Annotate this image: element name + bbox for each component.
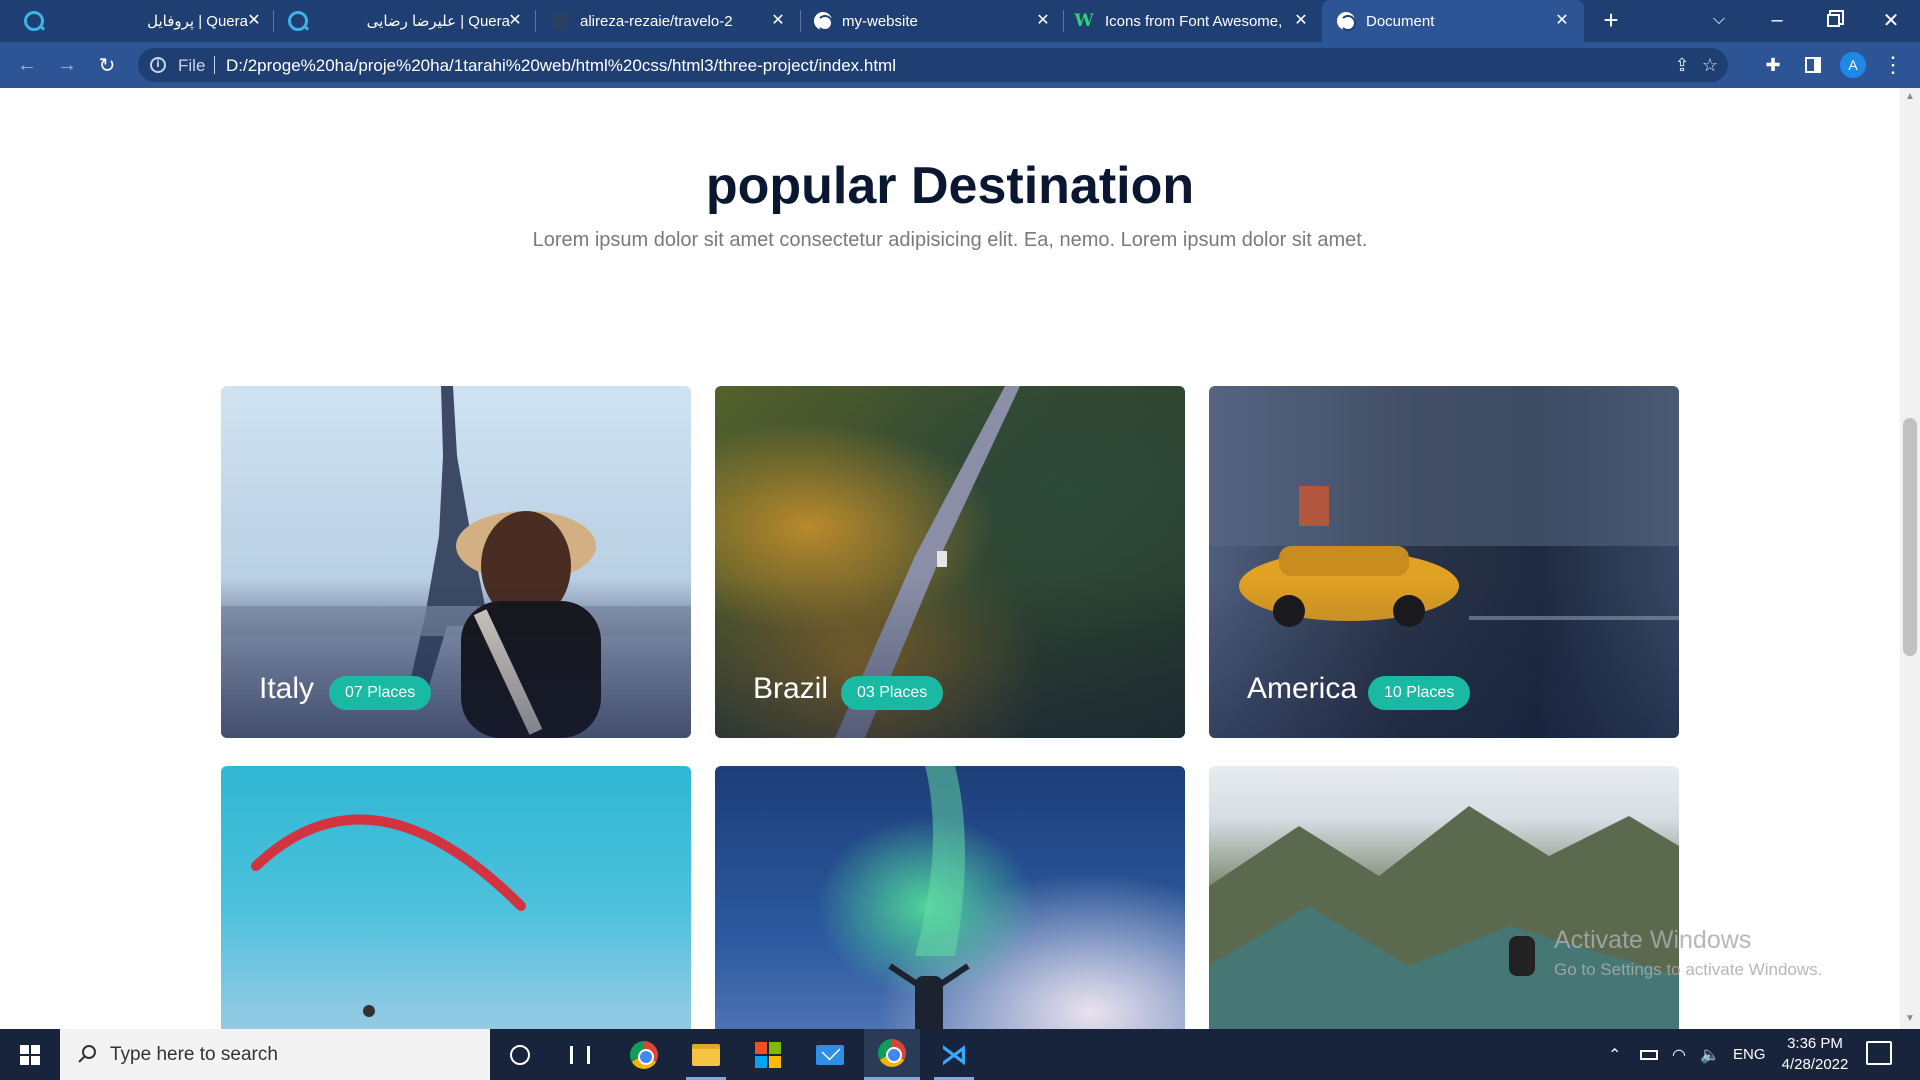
card-shade bbox=[1209, 578, 1679, 738]
microsoft-store-icon[interactable] bbox=[740, 1029, 796, 1080]
tab-separator bbox=[800, 10, 801, 32]
minimize-icon[interactable]: – bbox=[1752, 0, 1802, 40]
close-window-icon[interactable]: ✕ bbox=[1866, 0, 1916, 40]
tab-search-chevron-icon[interactable]: ⌵ bbox=[1694, 0, 1744, 40]
destination-name: Brazil bbox=[753, 672, 829, 705]
destination-card-italy[interactable]: Italy 07 Places bbox=[221, 386, 691, 738]
places-badge: 10 Places bbox=[1368, 676, 1471, 710]
back-arrow-icon[interactable]: ← bbox=[10, 48, 44, 82]
windows-logo-icon bbox=[20, 1044, 40, 1065]
chrome-active-taskbar-icon[interactable] bbox=[864, 1029, 920, 1080]
destination-name: Italy bbox=[259, 672, 315, 705]
tab-title: Quera | علیرضا رضایی bbox=[366, 13, 510, 30]
close-icon[interactable]: ✕ bbox=[767, 10, 789, 32]
quera-icon bbox=[24, 11, 44, 31]
globe-icon bbox=[813, 11, 833, 31]
tab-document[interactable]: Document ✕ bbox=[1322, 0, 1584, 42]
bookmark-star-icon[interactable]: ☆ bbox=[1698, 53, 1722, 77]
language-indicator[interactable]: ENG bbox=[1733, 1029, 1766, 1080]
start-button[interactable] bbox=[0, 1029, 60, 1080]
tab-title: Document bbox=[1366, 12, 1435, 30]
task-view-icon[interactable] bbox=[552, 1029, 608, 1080]
restore-icon[interactable] bbox=[1808, 0, 1858, 40]
wifi-icon[interactable]: ◠ bbox=[1672, 1029, 1686, 1080]
search-icon bbox=[78, 1045, 96, 1063]
browser-toolbar: ← → ↻ i File D:/2proge%20ha/proje%20ha/1… bbox=[0, 42, 1920, 88]
places-badge: 03 Places bbox=[841, 676, 944, 710]
tab-separator bbox=[273, 10, 274, 32]
close-icon[interactable]: ✕ bbox=[243, 10, 265, 32]
battery-icon[interactable] bbox=[1640, 1029, 1658, 1080]
destination-card-aurora[interactable] bbox=[715, 766, 1185, 1029]
cortana-icon[interactable] bbox=[492, 1029, 548, 1080]
card-shade bbox=[221, 578, 691, 738]
close-icon[interactable]: ✕ bbox=[504, 10, 526, 32]
scroll-down-arrow-icon[interactable]: ▼ bbox=[1903, 1012, 1917, 1026]
windows-taskbar: Type here to search ⋊ ⌃ ◠ 🔈 ENG 3:36 PM … bbox=[0, 1029, 1920, 1080]
address-divider bbox=[214, 56, 215, 74]
places-badge: 07 Places bbox=[329, 676, 432, 710]
address-url[interactable]: D:/2proge%20ha/proje%20ha/1tarahi%20web/… bbox=[226, 56, 896, 76]
close-icon[interactable]: ✕ bbox=[1290, 10, 1312, 32]
profile-avatar[interactable]: A bbox=[1840, 52, 1866, 78]
destination-card-america[interactable]: America 10 Places bbox=[1209, 386, 1679, 738]
reload-icon[interactable]: ↻ bbox=[90, 48, 124, 82]
tab-my-website[interactable]: my-website ✕ bbox=[803, 0, 1063, 42]
notification-center-icon[interactable] bbox=[1866, 1041, 1892, 1065]
taskbar-search-box[interactable]: Type here to search bbox=[60, 1029, 490, 1080]
w-logo-icon: W bbox=[1074, 11, 1094, 31]
tab-separator bbox=[535, 10, 536, 32]
tab-separator bbox=[1063, 10, 1064, 32]
vscode-icon[interactable]: ⋊ bbox=[926, 1029, 982, 1080]
tray-chevron-icon[interactable]: ⌃ bbox=[1608, 1029, 1621, 1080]
tab-title: my-website bbox=[842, 12, 918, 30]
chrome-taskbar-icon[interactable] bbox=[616, 1029, 672, 1080]
taskbar-clock[interactable]: 3:36 PM 4/28/2022 bbox=[1770, 1033, 1860, 1075]
side-panel-icon[interactable] bbox=[1796, 48, 1830, 82]
close-icon[interactable]: ✕ bbox=[1032, 10, 1054, 32]
scroll-up-arrow-icon[interactable]: ▲ bbox=[1903, 90, 1917, 104]
browser-tab-strip: Quera | پروفایل ✕ Quera | علیرضا رضایی ✕… bbox=[0, 0, 1920, 42]
forward-arrow-icon[interactable]: → bbox=[50, 48, 84, 82]
activate-windows-title: Activate Windows bbox=[1554, 926, 1752, 954]
aurora-photo bbox=[888, 766, 970, 1029]
address-scheme-label: File bbox=[178, 56, 206, 75]
info-icon[interactable]: i bbox=[150, 57, 166, 73]
tab-font-awesome[interactable]: W Icons from Font Awesome, ✕ bbox=[1066, 0, 1320, 42]
volume-icon[interactable]: 🔈 bbox=[1700, 1029, 1720, 1080]
card-shade bbox=[715, 578, 1185, 738]
mail-icon[interactable] bbox=[802, 1029, 858, 1080]
share-icon[interactable]: ⇪ bbox=[1670, 53, 1694, 77]
clock-date: 4/28/2022 bbox=[1781, 1056, 1849, 1073]
globe-icon bbox=[1336, 11, 1356, 31]
destination-card-paraglide[interactable] bbox=[221, 766, 691, 1029]
file-explorer-icon[interactable] bbox=[678, 1029, 734, 1080]
tab-quera-user[interactable]: Quera | علیرضا رضایی ✕ bbox=[276, 0, 536, 42]
page-title: popular Destination bbox=[705, 157, 1195, 215]
page-viewport: popular Destination Lorem ipsum dolor si… bbox=[0, 88, 1900, 1029]
destination-card-mountains[interactable] bbox=[1209, 766, 1679, 1029]
tab-title: alireza-rezaie/travelo-2 bbox=[580, 12, 733, 30]
github-icon bbox=[550, 11, 570, 31]
kebab-menu-icon[interactable]: ⋮ bbox=[1876, 48, 1910, 82]
clock-time: 3:36 PM bbox=[1787, 1035, 1843, 1052]
page-subtitle: Lorem ipsum dolor sit amet consectetur a… bbox=[532, 229, 1368, 251]
tab-github[interactable]: alireza-rezaie/travelo-2 ✕ bbox=[538, 0, 800, 42]
new-tab-button[interactable]: + bbox=[1586, 0, 1636, 40]
close-icon[interactable]: ✕ bbox=[1551, 10, 1573, 32]
scrollbar-thumb[interactable] bbox=[1903, 418, 1917, 656]
destination-card-brazil[interactable]: Brazil 03 Places bbox=[715, 386, 1185, 738]
search-placeholder: Type here to search bbox=[110, 1044, 278, 1065]
mountains-photo bbox=[1209, 806, 1679, 1029]
quera-icon bbox=[288, 11, 308, 31]
destination-name: America bbox=[1247, 672, 1358, 705]
paraglider-photo bbox=[251, 814, 526, 1017]
address-bar[interactable]: i File D:/2proge%20ha/proje%20ha/1tarahi… bbox=[138, 48, 1728, 82]
activate-windows-subtitle: Go to Settings to activate Windows. bbox=[1554, 960, 1823, 979]
tab-quera-profile[interactable]: Quera | پروفایل ✕ bbox=[0, 0, 270, 42]
tab-title: Icons from Font Awesome, bbox=[1105, 12, 1283, 30]
extensions-puzzle-icon[interactable]: ✚ bbox=[1756, 48, 1790, 82]
tab-title: Quera | پروفایل bbox=[147, 13, 248, 30]
